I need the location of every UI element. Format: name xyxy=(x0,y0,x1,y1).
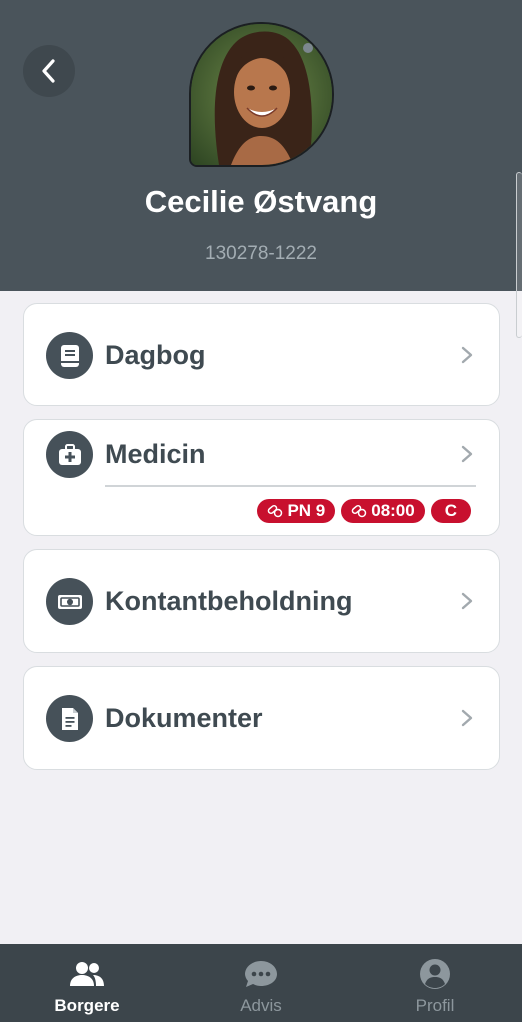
tab-label: Borgere xyxy=(54,996,120,1015)
time-badge[interactable]: 08:00 xyxy=(341,499,425,523)
tab-profil[interactable]: Profil xyxy=(348,944,522,1022)
badge-text: PN 9 xyxy=(287,501,326,520)
chevron-left-icon xyxy=(42,59,55,83)
profile-header: Cecilie Østvang 130278-1222 xyxy=(0,0,522,291)
cash-icon xyxy=(46,578,93,625)
menu-item-label: Dagbog xyxy=(105,340,206,370)
user-circle-icon xyxy=(419,958,451,990)
pill-icon xyxy=(268,504,283,518)
c-badge[interactable]: C xyxy=(430,499,471,523)
document-icon xyxy=(46,695,93,742)
citizen-name: Cecilie Østvang xyxy=(144,184,378,219)
tab-bar: Borgere Advis Profil xyxy=(0,944,522,1022)
menu-item-medicin[interactable]: Medicin PN 9 08:00 C xyxy=(23,419,500,536)
tab-borgere[interactable]: Borgere xyxy=(0,944,174,1022)
chat-icon xyxy=(243,958,279,990)
chevron-right-icon xyxy=(461,445,473,463)
tab-label: Advis xyxy=(240,996,282,1015)
avatar[interactable] xyxy=(189,22,334,167)
menu-item-dagbog[interactable]: Dagbog xyxy=(23,303,500,406)
badge-text: C xyxy=(444,501,457,520)
menu-item-kontantbeholdning[interactable]: Kontantbeholdning xyxy=(23,549,500,653)
medication-badges: PN 9 08:00 C xyxy=(257,499,471,523)
pn-badge[interactable]: PN 9 xyxy=(257,499,336,523)
chevron-right-icon xyxy=(461,709,473,727)
chevron-right-icon xyxy=(461,346,473,364)
tab-label: Profil xyxy=(415,996,455,1015)
menu-item-label: Kontantbeholdning xyxy=(105,586,353,616)
badge-text: 08:00 xyxy=(371,501,415,520)
tab-advis[interactable]: Advis xyxy=(174,944,348,1022)
pill-icon xyxy=(351,504,367,518)
medkit-icon xyxy=(46,431,93,478)
menu-item-dokumenter[interactable]: Dokumenter xyxy=(23,666,500,770)
menu-item-label: Dokumenter xyxy=(105,703,263,733)
divider xyxy=(105,485,476,487)
back-button[interactable] xyxy=(23,45,75,97)
menu-item-label: Medicin xyxy=(105,439,206,469)
citizen-cpr: 130278-1222 xyxy=(205,243,317,264)
scrollbar[interactable] xyxy=(516,172,522,338)
people-icon xyxy=(69,958,105,990)
journal-icon xyxy=(46,332,93,379)
chevron-right-icon xyxy=(461,592,473,610)
status-dot xyxy=(303,43,313,53)
